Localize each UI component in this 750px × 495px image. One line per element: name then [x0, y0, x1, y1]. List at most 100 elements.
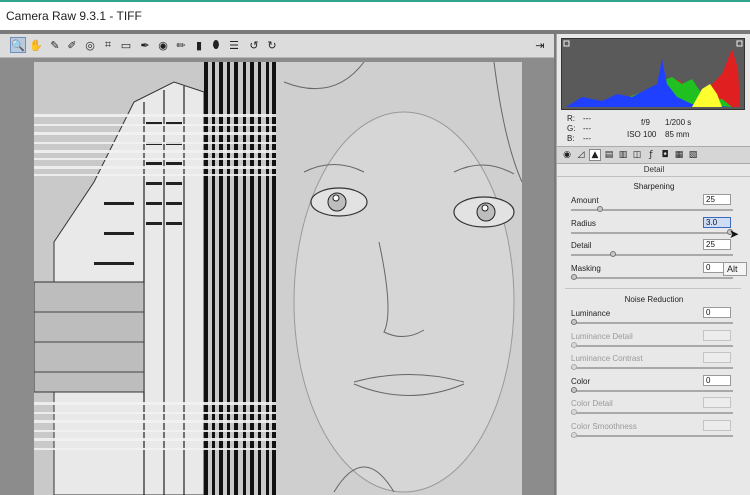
basic-tab-icon[interactable]: ◉: [561, 149, 573, 161]
sharpening-row: Detail 25: [557, 239, 750, 261]
red-eye-icon[interactable]: ◉: [155, 37, 171, 53]
noise-reduction-slider-track: [571, 367, 733, 369]
g-value: ---: [583, 124, 591, 133]
tone-curve-tab-icon[interactable]: ◿: [575, 149, 587, 161]
shutter-speed: 1/200 s: [665, 118, 692, 127]
noise-reduction-value-field: [703, 419, 731, 431]
noise-reduction-label: Luminance: [571, 309, 611, 318]
tooltip: Alt: [723, 262, 747, 276]
rotate-cw-icon[interactable]: ↻: [264, 37, 280, 53]
sharpening-slider-thumb[interactable]: [571, 273, 577, 280]
zoom-icon[interactable]: 🔍: [10, 37, 26, 53]
title-bar: Camera Raw 9.3.1 - TIFF: [0, 0, 750, 30]
split-toning-tab-icon[interactable]: ▥: [617, 149, 629, 161]
noise-reduction-value-field: [703, 352, 731, 363]
sharpening-slider-track[interactable]: [571, 231, 733, 234]
graduated-filter-icon[interactable]: ▮: [191, 37, 207, 53]
noise-reduction-value-field[interactable]: 0: [703, 374, 731, 386]
sharpening-slider-track[interactable]: [571, 276, 733, 279]
sharpening-label: Detail: [571, 241, 592, 250]
panel-tabs: ◉ ◿ ▲ ▤ ▥ ◫ ƒ ◘ ▦ ▧: [557, 146, 750, 164]
snapshots-tab-icon[interactable]: ▧: [687, 149, 699, 161]
hand-icon[interactable]: ✋: [28, 37, 44, 53]
right-panel: R: --- G: --- B: --- f/9 1/200 s ISO 100…: [556, 34, 750, 495]
toolbar: 🔍 ✋ ✎ ✐ ◎ ⌗ ▭ ✒ ◉ ✏ ▮ ⬮ ☰ ↺ ↻ ⇥: [0, 34, 554, 58]
sharpening-row: Masking 0: [557, 261, 750, 284]
fullscreen-icon[interactable]: ⇥: [532, 37, 548, 53]
noise-reduction-row: Luminance Detail: [557, 329, 750, 352]
adjustment-brush-icon[interactable]: ✏: [173, 37, 189, 53]
noise-reduction-slider-thumb[interactable]: [571, 319, 577, 325]
targeted-adjustment-icon[interactable]: ◎: [82, 37, 98, 53]
b-value: ---: [583, 134, 591, 143]
noise-reduction-label: Luminance Detail: [571, 331, 633, 341]
cursor-icon: ➤: [729, 227, 740, 241]
detail-tab-icon[interactable]: ▲: [589, 149, 601, 161]
aperture: f/9: [641, 118, 650, 127]
noise-reduction-label: Color: [571, 376, 591, 386]
presets-tab-icon[interactable]: ▦: [673, 149, 685, 161]
info-readout: R: --- G: --- B: --- f/9 1/200 s ISO 100…: [561, 114, 745, 144]
noise-reduction-slider-track: [571, 344, 733, 347]
image-canvas[interactable]: [0, 58, 554, 495]
straighten-icon[interactable]: ▭: [118, 37, 134, 53]
iso: ISO 100: [627, 130, 657, 139]
rotate-ccw-icon[interactable]: ↺: [246, 37, 262, 53]
spot-removal-icon[interactable]: ✒: [137, 37, 153, 53]
noise-reduction-label: Luminance Contrast: [571, 354, 643, 363]
g-label: G:: [567, 124, 576, 133]
sharpening-label: Radius: [571, 218, 596, 228]
noise-reduction-value-field: [703, 397, 731, 408]
noise-reduction-slider-thumb: [571, 341, 577, 348]
sharpening-heading: Sharpening: [633, 182, 675, 191]
noise-reduction-slider-track: [571, 412, 733, 414]
sharpening-slider-track[interactable]: [571, 209, 733, 211]
section-divider: [565, 288, 741, 289]
noise-reduction-row: Luminance 0: [557, 307, 750, 329]
noise-reduction-slider-track[interactable]: [571, 389, 733, 392]
panel-title: Detail: [557, 165, 750, 177]
noise-reduction-heading: Noise Reduction: [624, 295, 684, 304]
radial-filter-icon[interactable]: ⬮: [208, 37, 224, 53]
sharpening-slider-thumb[interactable]: [597, 206, 604, 212]
focal-length: 85 mm: [665, 130, 690, 139]
sharpening-row: Radius 3.0: [557, 216, 750, 239]
noise-reduction-value-field[interactable]: 0: [703, 307, 731, 318]
noise-reduction-label: Color Smoothness: [571, 421, 637, 431]
preferences-icon[interactable]: ☰: [226, 37, 242, 53]
b-label: B:: [567, 134, 575, 143]
histogram: [561, 38, 745, 110]
noise-reduction-slider-thumb: [571, 364, 577, 370]
preview-image-graphic: [34, 62, 522, 495]
r-label: R:: [567, 114, 575, 123]
noise-reduction-row: Color 0: [557, 374, 750, 397]
preview-image[interactable]: [34, 62, 522, 495]
noise-reduction-slider-thumb[interactable]: [571, 386, 577, 393]
sharpening-label: Amount: [571, 196, 599, 205]
noise-reduction-label: Color Detail: [571, 399, 613, 408]
sharpening-row: Amount 25: [557, 194, 750, 216]
sharpening-slider-track[interactable]: [571, 254, 733, 256]
crop-icon[interactable]: ⌗: [100, 37, 116, 53]
sharpening-value-field[interactable]: 25: [703, 239, 731, 250]
lens-corrections-tab-icon[interactable]: ◫: [631, 149, 643, 161]
color-sampler-icon[interactable]: ✐: [64, 37, 80, 53]
white-balance-icon[interactable]: ✎: [47, 37, 63, 53]
noise-reduction-slider-thumb: [571, 431, 577, 438]
sharpening-value-field[interactable]: 25: [703, 194, 731, 205]
hsl-tab-icon[interactable]: ▤: [603, 149, 615, 161]
histogram-graphic: [563, 40, 743, 107]
effects-tab-icon[interactable]: ƒ: [645, 149, 657, 161]
noise-reduction-value-field: [703, 329, 731, 341]
noise-reduction-slider-track[interactable]: [571, 322, 733, 324]
noise-reduction-row: Color Smoothness: [557, 419, 750, 442]
noise-reduction-row: Color Detail: [557, 397, 750, 419]
sharpening-value-field[interactable]: 3.0: [703, 216, 731, 228]
r-value: ---: [583, 114, 591, 123]
noise-reduction-row: Luminance Contrast: [557, 352, 750, 374]
camera-calibration-tab-icon[interactable]: ◘: [659, 149, 671, 161]
sharpening-slider-thumb[interactable]: [610, 251, 616, 257]
noise-reduction-slider-track: [571, 434, 733, 437]
sharpening-label: Masking: [571, 263, 601, 273]
window-title: Camera Raw 9.3.1 - TIFF: [6, 9, 142, 23]
